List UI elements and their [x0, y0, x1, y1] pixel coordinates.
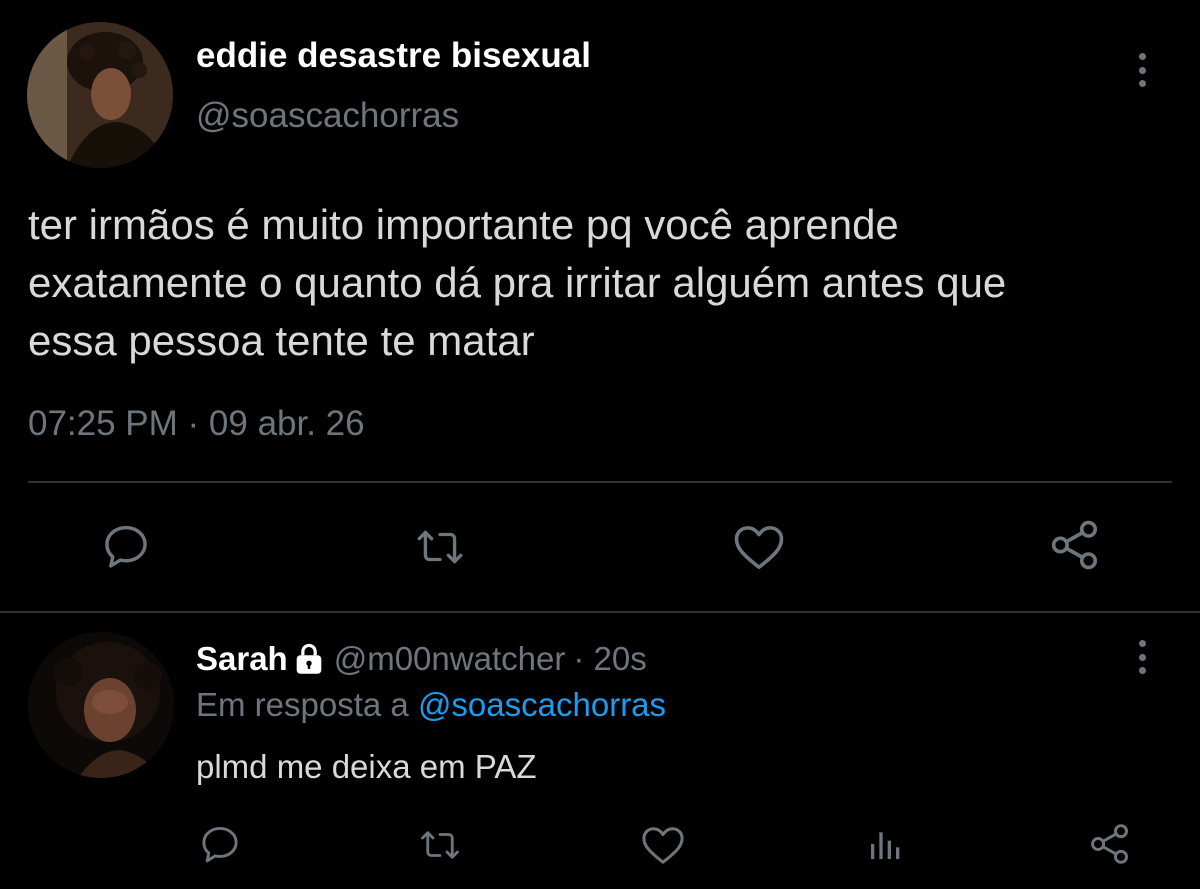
tweet-timestamp[interactable]: 07:25 PM · 09 abr. 26 [28, 404, 365, 444]
share-icon[interactable] [1048, 518, 1102, 572]
reply-icon[interactable] [100, 520, 152, 572]
reply-header: Sarah @m00nwatcher · 20s [196, 640, 647, 678]
like-icon[interactable] [640, 824, 686, 866]
lock-icon [294, 643, 324, 675]
like-icon[interactable] [732, 522, 786, 572]
reply-text: plmd me deixa em PAZ [196, 748, 537, 785]
reply-author-avatar[interactable] [28, 632, 174, 778]
reply-context-mention[interactable]: @soascachorras [418, 686, 666, 723]
divider [0, 611, 1200, 613]
tweet-text-line: essa pessoa tente te matar [28, 317, 535, 364]
avatar-photo-icon [27, 22, 173, 168]
reply-icon[interactable] [198, 822, 242, 866]
more-options-icon[interactable] [1130, 53, 1154, 87]
reply-author-display-name[interactable]: Sarah [196, 640, 288, 678]
reply-context-prefix: Em resposta a [196, 686, 409, 723]
tweet-text-line: ter irmãos é muito importante pq você ap… [28, 201, 899, 248]
divider [28, 481, 1172, 483]
tweet-text: ter irmãos é muito importante pq você ap… [28, 196, 1188, 370]
reply-context: Em resposta a @soascachorras [196, 686, 666, 724]
share-icon[interactable] [1088, 822, 1132, 866]
tweet-text-line: exatamente o quanto dá pra irritar algué… [28, 259, 1007, 306]
author-display-name[interactable]: eddie desastre bisexual [196, 36, 591, 76]
main-tweet: eddie desastre bisexual @soascachorras t… [0, 0, 1200, 612]
author-avatar[interactable] [27, 22, 173, 168]
retweet-icon[interactable] [412, 522, 468, 572]
avatar-photo-icon [28, 632, 174, 778]
retweet-icon[interactable] [416, 824, 464, 866]
reply-time[interactable]: · 20s [573, 640, 646, 678]
more-options-icon[interactable] [1130, 640, 1154, 674]
author-handle[interactable]: @soascachorras [196, 96, 459, 136]
analytics-icon[interactable] [866, 824, 906, 864]
reply-author-handle[interactable]: @m00nwatcher [334, 640, 566, 678]
